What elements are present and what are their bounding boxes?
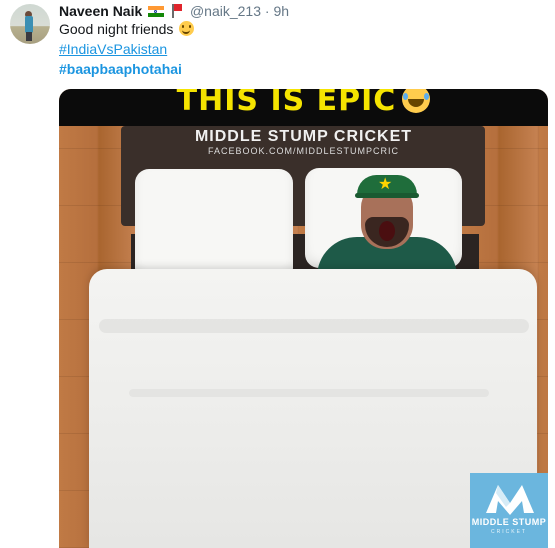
tweet-text-content: Good night friends xyxy=(59,21,174,37)
watermark-subtitle: FACEBOOK.COM/MIDDLESTUMPCRIC xyxy=(207,146,399,156)
india-flag-icon xyxy=(148,6,165,17)
yawning-player-figure: ★ xyxy=(317,169,457,282)
tweet-header: Naveen Naik @naik_213 · 9h xyxy=(59,2,289,20)
header-separator: · xyxy=(264,3,270,19)
smiling-face-icon xyxy=(179,21,195,36)
logo-m-icon xyxy=(486,485,534,515)
display-name[interactable]: Naveen Naik xyxy=(59,3,142,19)
hashtag-link[interactable]: #IndiaVsPakistan xyxy=(59,40,167,58)
logo-subtitle: CRICKET xyxy=(491,529,527,535)
avatar[interactable] xyxy=(10,4,50,44)
middle-stump-logo: MIDDLE STUMP CRICKET xyxy=(470,473,548,548)
left-pillow xyxy=(135,169,293,282)
logo-name: MIDDLE STUMP xyxy=(471,517,547,527)
banner-text-row: THIS IS EPIC xyxy=(59,89,548,118)
laughing-tears-emoji-icon xyxy=(402,89,431,113)
media-banner: THIS IS EPIC xyxy=(59,89,548,126)
user-handle[interactable]: @naik_213 xyxy=(190,3,261,19)
tweet-text: Good night friends xyxy=(59,20,195,39)
hashtag-link[interactable]: #baapbaaphotahai xyxy=(59,60,182,78)
red-flag-icon xyxy=(170,4,183,18)
star-icon: ★ xyxy=(378,176,393,193)
avatar-figure-body xyxy=(25,16,33,33)
banner-text: THIS IS EPIC xyxy=(176,89,397,118)
watermark-title: MIDDLE STUMP CRICKET xyxy=(194,128,413,145)
tweet-media-image[interactable]: MIDDLE STUMP CRICKET FACEBOOK.COM/MIDDLE… xyxy=(59,89,548,548)
avatar-figure-legs xyxy=(26,32,32,41)
tweet-timestamp[interactable]: 9h xyxy=(273,3,289,19)
